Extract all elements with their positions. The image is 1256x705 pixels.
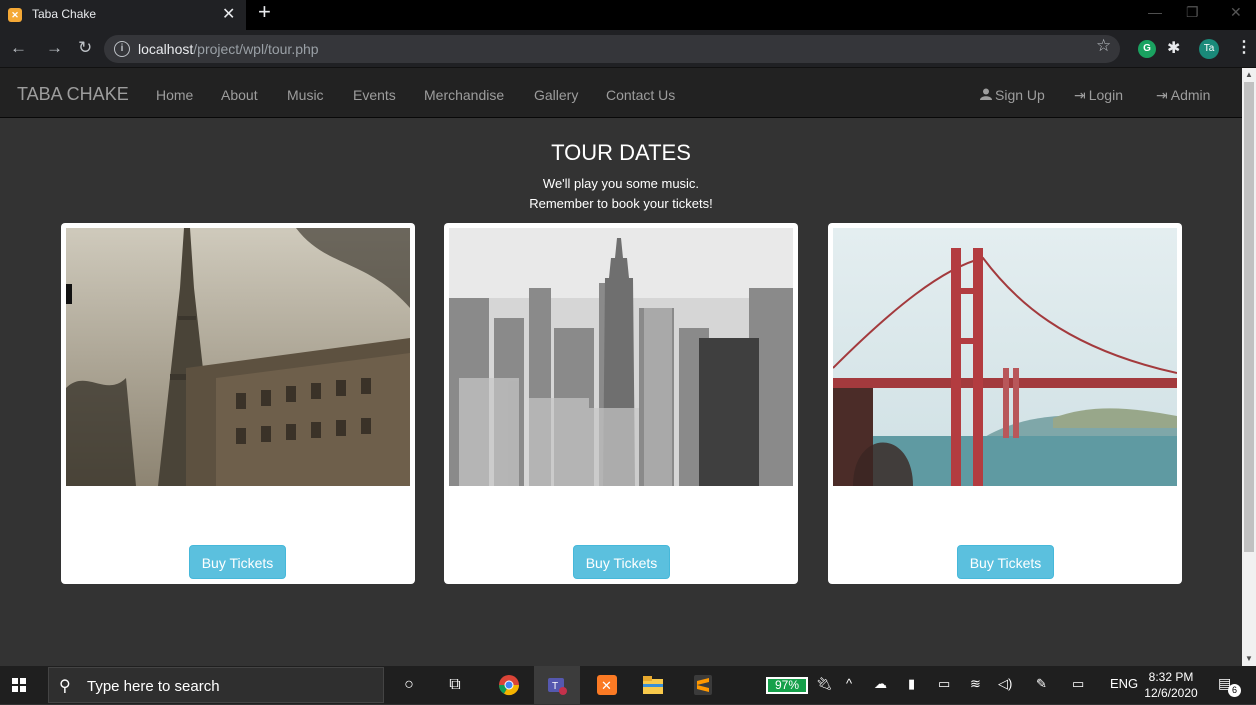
task-view-icon[interactable]: ⧉ — [442, 672, 468, 698]
url-path: /project/wpl/tour.php — [193, 41, 319, 57]
forward-arrow-icon[interactable]: → — [46, 38, 63, 58]
teams-icon[interactable]: T — [544, 672, 570, 698]
scroll-up-arrow-icon[interactable]: ▲ — [1245, 70, 1253, 79]
language-indicator[interactable]: ENG — [1110, 676, 1138, 691]
subtitle-line-2: Remember to book your tickets! — [529, 196, 713, 211]
scroll-down-arrow-icon[interactable]: ▼ — [1245, 654, 1253, 663]
browser-toolbar: ← → ↻ i localhost/project/wpl/tour.php ☆… — [0, 30, 1256, 68]
scroll-thumb[interactable] — [1244, 82, 1254, 552]
page-title: TOUR DATES — [551, 140, 691, 165]
search-icon: ⚲ — [59, 678, 71, 695]
bookmark-star-icon[interactable]: ☆ — [1096, 36, 1111, 56]
restore-icon[interactable]: ❐ — [1186, 4, 1199, 21]
info-icon[interactable]: i — [114, 41, 130, 57]
tour-card-san-francisco: Buy Tickets — [828, 223, 1182, 584]
profile-avatar[interactable]: Ta — [1199, 39, 1219, 59]
paris-eiffel-tower-photo — [66, 228, 410, 486]
minimize-icon[interactable]: — — [1148, 4, 1162, 20]
nav-admin[interactable]: ⇥ Admin — [1156, 87, 1210, 104]
nav-merchandise[interactable]: Merchandise — [424, 87, 504, 103]
back-arrow-icon[interactable]: ← — [10, 38, 27, 58]
url-text[interactable]: localhost/project/wpl/tour.php — [138, 41, 319, 57]
window-close-icon[interactable]: ✕ — [1230, 4, 1242, 21]
url-host: localhost — [138, 41, 194, 57]
site-navbar: TABA CHAKE Home About Music Events Merch… — [0, 68, 1242, 118]
extensions-puzzle-icon[interactable]: ✱ — [1167, 38, 1180, 58]
grammarly-extension-icon[interactable]: G — [1138, 40, 1156, 58]
menu-kebab-icon[interactable]: ⋮ — [1236, 37, 1252, 57]
volume-icon[interactable]: ◁) — [998, 676, 1012, 692]
clock-date: 12/6/2020 — [1144, 686, 1198, 700]
battery-tray-icon[interactable]: ▭ — [938, 676, 950, 692]
nav-music[interactable]: Music — [287, 87, 324, 103]
new-tab-button[interactable]: + — [258, 1, 271, 23]
nav-login[interactable]: ⇥ Login — [1074, 87, 1123, 104]
onedrive-icon[interactable]: ☁ — [874, 676, 887, 692]
nav-sign-up[interactable]: Sign Up — [980, 87, 1045, 103]
buy-tickets-button[interactable]: Buy Tickets — [189, 545, 286, 579]
microphone-icon[interactable]: ▮ — [908, 676, 915, 692]
sign-up-label: Sign Up — [995, 87, 1045, 103]
svg-text:✕: ✕ — [601, 678, 612, 693]
tab-title: Taba Chake — [32, 7, 97, 21]
login-label: Login — [1088, 87, 1123, 103]
clock-time: 8:32 PM — [1148, 670, 1194, 684]
sublime-text-icon[interactable] — [690, 672, 716, 698]
chevron-up-icon[interactable]: ^ — [846, 676, 852, 691]
log-in-icon: ⇥ — [1074, 87, 1086, 103]
xampp-icon[interactable]: ✕ — [594, 672, 620, 698]
search-placeholder: Type here to search — [87, 678, 220, 695]
nav-events[interactable]: Events — [353, 87, 396, 103]
brand-logo-text[interactable]: TABA CHAKE — [17, 84, 129, 105]
user-icon — [980, 88, 992, 100]
cortana-icon[interactable]: ○ — [396, 672, 422, 698]
battery-indicator[interactable]: 97% — [766, 677, 808, 694]
browser-tab-strip: ✕ Taba Chake ✕ + — ❐ ✕ — [0, 0, 1256, 30]
tour-card-new-york: Buy Tickets — [444, 223, 798, 584]
windows-start-icon[interactable] — [12, 678, 26, 692]
nav-home[interactable]: Home — [156, 87, 193, 103]
buy-tickets-button[interactable]: Buy Tickets — [957, 545, 1054, 579]
windows-taskbar: ⚲ Type here to search ○ ⧉ T ✕ 97% 🔌︎ ^ ☁… — [0, 666, 1256, 704]
wifi-icon[interactable]: ≋ — [970, 676, 981, 692]
close-tab-icon[interactable]: ✕ — [222, 4, 235, 24]
clock[interactable]: 8:32 PM 12/6/2020 — [1144, 669, 1198, 701]
browser-tab[interactable]: ✕ Taba Chake ✕ — [0, 0, 246, 30]
nav-gallery[interactable]: Gallery — [534, 87, 578, 103]
pen-icon[interactable]: ✎ — [1036, 676, 1047, 692]
nav-contact-us[interactable]: Contact Us — [606, 87, 675, 103]
nav-about[interactable]: About — [221, 87, 258, 103]
svg-text:T: T — [552, 681, 558, 692]
new-york-skyline-photo — [449, 228, 793, 486]
page-scrollbar[interactable]: ▲ ▼ — [1242, 68, 1256, 666]
file-explorer-icon[interactable] — [640, 672, 666, 698]
chrome-icon[interactable] — [496, 672, 522, 698]
address-bar[interactable]: i localhost/project/wpl/tour.php — [104, 35, 1120, 63]
notification-count-badge: 6 — [1228, 684, 1241, 697]
power-plug-icon: 🔌︎ — [816, 676, 833, 691]
subtitle-line-1: We'll play you some music. — [542, 176, 700, 191]
golden-gate-bridge-photo — [833, 228, 1177, 486]
xampp-icon: ✕ — [8, 8, 22, 22]
keyboard-icon[interactable]: ▭ — [1072, 676, 1084, 692]
buy-tickets-button[interactable]: Buy Tickets — [573, 545, 670, 579]
reload-icon[interactable]: ↻ — [78, 38, 92, 58]
taskbar-search-input[interactable]: ⚲ Type here to search — [48, 667, 384, 703]
tour-card-paris: Buy Tickets — [61, 223, 415, 584]
admin-label: Admin — [1170, 87, 1211, 103]
log-in-icon: ⇥ — [1156, 87, 1168, 103]
